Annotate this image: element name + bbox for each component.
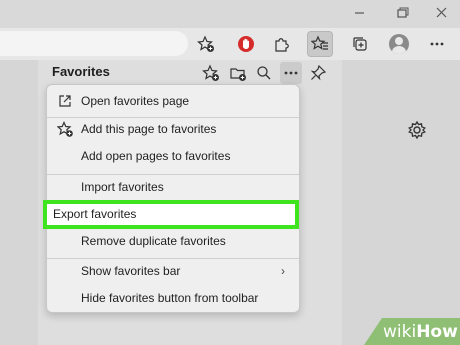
- star-plus-icon: [57, 121, 73, 137]
- gear-icon: [408, 120, 426, 140]
- menu-item-label: Add open pages to favorites: [81, 149, 231, 163]
- extensions-button[interactable]: [268, 31, 294, 57]
- menu-item-label: Show favorites bar: [81, 264, 181, 278]
- watermark-logo: wikiHow: [383, 322, 458, 342]
- settings-gear-button[interactable]: [407, 120, 427, 145]
- menu-item-hide-favorites-button[interactable]: Hide favorites button from toolbar: [47, 285, 299, 311]
- menu-item-label: Remove duplicate favorites: [81, 234, 226, 248]
- search-icon: [257, 66, 271, 80]
- star-plus-icon: [197, 35, 214, 52]
- address-bar[interactable]: [0, 31, 188, 56]
- title-bar: [0, 0, 460, 28]
- add-folder-button[interactable]: [227, 62, 249, 84]
- minimize-button[interactable]: [350, 5, 370, 21]
- chevron-right-icon: ›: [281, 264, 285, 278]
- menu-item-label: Add this page to favorites: [81, 122, 217, 136]
- collections-icon: [353, 37, 367, 51]
- menu-item-label: Open favorites page: [81, 94, 190, 108]
- folder-plus-icon: [230, 68, 246, 81]
- favorites-button[interactable]: [307, 31, 333, 57]
- star-plus-icon: [202, 64, 219, 81]
- menu-item-label: Hide favorites button from toolbar: [81, 291, 259, 305]
- close-icon: [436, 7, 447, 18]
- add-this-page-button[interactable]: [200, 62, 222, 84]
- add-favorite-button[interactable]: [193, 31, 219, 57]
- extension-button[interactable]: [233, 31, 259, 57]
- minimize-icon: [355, 12, 364, 14]
- menu-item-add-this-page[interactable]: Add this page to favorites: [47, 116, 299, 142]
- menu-item-label: Export favorites: [53, 207, 137, 221]
- collections-button[interactable]: [347, 31, 373, 57]
- settings-more-button[interactable]: [424, 31, 450, 57]
- menu-item-remove-duplicates[interactable]: Remove duplicate favorites: [47, 228, 299, 254]
- search-favorites-button[interactable]: [253, 62, 275, 84]
- pin-favorites-button[interactable]: [307, 62, 329, 84]
- profile-button[interactable]: [386, 31, 412, 57]
- more-icon: [430, 42, 444, 46]
- more-options-button[interactable]: [280, 62, 302, 84]
- extension-red-icon: [238, 36, 254, 52]
- menu-item-show-favorites-bar[interactable]: Show favorites bar ›: [47, 258, 299, 284]
- external-link-icon: [59, 95, 71, 107]
- close-button[interactable]: [432, 5, 452, 21]
- pin-icon: [310, 64, 327, 81]
- restore-button[interactable]: [392, 5, 412, 21]
- menu-item-open-favorites-page[interactable]: Open favorites page: [47, 88, 299, 114]
- menu-item-add-open-pages[interactable]: Add open pages to favorites: [47, 143, 299, 169]
- more-icon: [284, 71, 298, 75]
- favorites-title: Favorites: [52, 64, 110, 79]
- menu-item-import-favorites[interactable]: Import favorites: [47, 174, 299, 200]
- menu-item-label: Import favorites: [81, 180, 164, 194]
- profile-avatar: [389, 34, 409, 54]
- favorites-more-menu: Open favorites page Add this page to fav…: [46, 84, 300, 313]
- restore-icon: [397, 7, 409, 18]
- favorites-icon: [311, 35, 328, 50]
- menu-item-export-favorites[interactable]: Export favorites: [43, 200, 299, 229]
- puzzle-icon: [275, 38, 289, 52]
